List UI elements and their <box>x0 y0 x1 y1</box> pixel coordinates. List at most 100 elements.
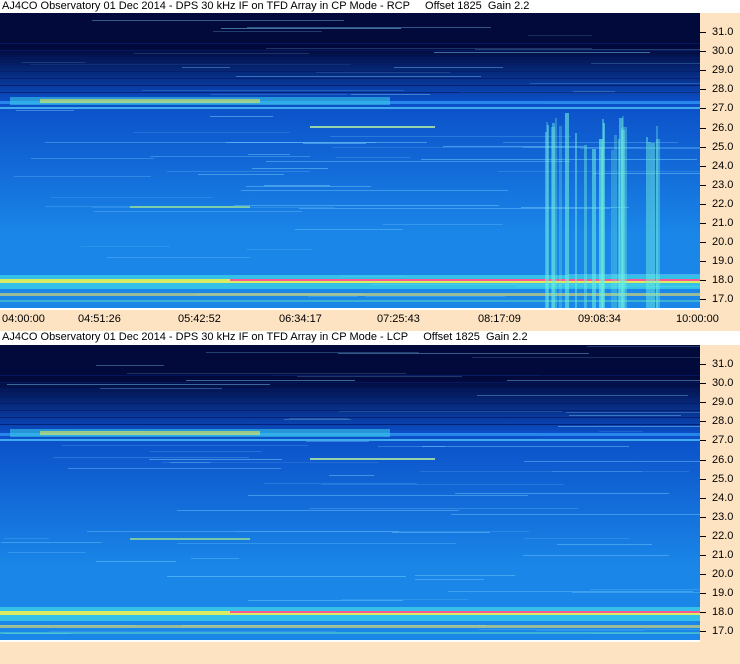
burst-striation <box>646 137 648 308</box>
noise-streak <box>266 48 592 49</box>
noise-streak <box>472 357 700 358</box>
burst-striation <box>592 149 596 308</box>
noise-streak <box>8 552 86 553</box>
freq-tick <box>700 440 706 442</box>
noise-streak <box>236 76 481 77</box>
freq-tick <box>700 459 706 461</box>
noise-streak <box>62 445 308 446</box>
spectrogram-rcp[interactable] <box>0 13 700 308</box>
freq-label: 18.0 <box>712 274 734 287</box>
dark-line <box>0 64 700 65</box>
noise-streak <box>568 274 700 275</box>
noise-streak <box>336 157 410 158</box>
burst-striation <box>611 150 614 308</box>
noise-streak <box>394 67 503 68</box>
noise-streak <box>234 205 499 206</box>
freq-tick <box>700 127 706 129</box>
noise-streak <box>308 296 358 297</box>
noise-streak <box>572 592 700 593</box>
noise-streak <box>211 94 347 95</box>
noise-streak <box>247 249 312 250</box>
noise-streak <box>284 419 351 420</box>
burst-striation <box>599 139 603 308</box>
freq-label: 28.0 <box>712 83 734 96</box>
freq-tick <box>700 383 706 385</box>
time-axis-empty <box>0 642 740 664</box>
freq-label: 26.0 <box>712 453 734 466</box>
noise-streak <box>479 629 700 630</box>
noise-streak <box>134 53 309 54</box>
noise-streak <box>415 579 484 580</box>
dark-line <box>0 382 700 383</box>
noise-streak <box>167 171 310 172</box>
noise-streak <box>16 110 74 111</box>
noise-streak <box>191 558 239 559</box>
freq-label: 23.0 <box>712 510 734 523</box>
panel-title-rcp: AJ4CO Observatory 01 Dec 2014 - DPS 30 k… <box>0 0 740 13</box>
noise-streak <box>1 542 102 543</box>
burst-striation <box>656 139 660 308</box>
noise-streak <box>162 462 379 463</box>
noise-streak <box>206 352 419 353</box>
time-label: 07:25:43 <box>377 313 420 325</box>
noise-streak <box>351 94 430 95</box>
noise-streak <box>150 451 262 452</box>
noise-streak <box>477 395 688 396</box>
noise-streak <box>177 543 456 544</box>
spectrogram-image-lcp <box>0 345 700 640</box>
freq-label: 20.0 <box>712 236 734 249</box>
freq-label: 22.0 <box>712 197 734 210</box>
freq-label: 24.0 <box>712 159 734 172</box>
time-label: 08:17:09 <box>478 313 521 325</box>
freq-label: 30.0 <box>712 377 734 390</box>
noise-streak <box>127 373 406 374</box>
freq-label: 29.0 <box>712 396 734 409</box>
noise-streak <box>507 380 700 381</box>
freq-label: 21.0 <box>712 549 734 561</box>
freq-label: 26.0 <box>712 121 734 134</box>
freq-label: 25.0 <box>712 140 734 153</box>
noise-streak <box>295 229 403 230</box>
dark-line <box>0 403 700 404</box>
noise-streak <box>107 257 250 258</box>
freq-tick <box>700 555 706 556</box>
noise-streak <box>186 380 355 381</box>
noise-streak <box>443 146 584 147</box>
noise-streak <box>241 190 508 191</box>
burst-striation <box>584 145 587 308</box>
noise-streak <box>299 208 610 209</box>
freq-label: 17.0 <box>712 625 734 638</box>
freq-label: 31.0 <box>712 26 734 38</box>
burst-striation <box>552 123 555 308</box>
freq-tick <box>700 280 706 282</box>
noise-streak <box>68 468 281 469</box>
noise-streak <box>591 63 700 64</box>
spectrogram-image-rcp <box>0 13 700 308</box>
band-27mhz-hot <box>40 99 260 103</box>
noise-streak <box>167 576 406 577</box>
time-label: 05:42:52 <box>178 313 221 325</box>
noise-streak <box>569 415 681 416</box>
time-label: 09:08:34 <box>578 313 621 325</box>
noise-streak <box>590 589 700 590</box>
freq-label: 25.0 <box>712 472 734 485</box>
freq-tick <box>700 184 706 186</box>
noise-streak <box>475 49 700 50</box>
dark-line <box>0 92 700 93</box>
freq-label: 19.0 <box>712 255 734 268</box>
noise-streak <box>306 441 369 442</box>
dark-line <box>0 375 700 376</box>
streak-26mhz <box>310 458 435 460</box>
freq-tick <box>700 223 706 224</box>
noise-streak <box>133 132 290 133</box>
time-label: 06:34:17 <box>279 313 322 325</box>
band-27mhz-line <box>0 107 700 109</box>
noise-streak <box>530 83 700 84</box>
freq-tick <box>700 631 706 633</box>
dark-line <box>0 424 700 425</box>
noise-streak <box>528 35 592 36</box>
noise-streak <box>100 388 222 389</box>
noise-streak <box>338 353 589 354</box>
spectrogram-lcp[interactable] <box>0 345 700 640</box>
noise-streak <box>51 197 212 198</box>
